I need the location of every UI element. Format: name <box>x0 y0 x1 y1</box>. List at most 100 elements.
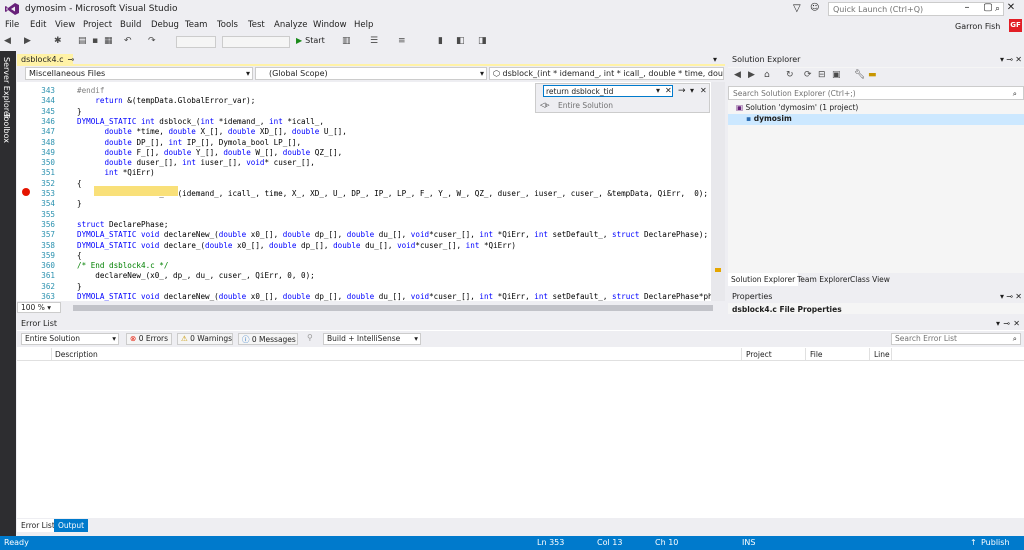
back-navigate-icon[interactable]: ◀ <box>4 36 11 46</box>
error-list-search[interactable]: Search Error List ⌕ <box>891 333 1021 345</box>
window-position-icon[interactable]: ▾ <box>1000 55 1004 64</box>
home-icon[interactable]: ⌂ <box>764 70 770 80</box>
save-all-icon[interactable]: ▦ <box>104 36 113 46</box>
save-icon[interactable]: ▪ <box>92 36 98 46</box>
publish-button[interactable]: Publish <box>981 538 1010 547</box>
error-list-toolbar: Entire Solution ▾ ⊗ 0 Errors ⚠ 0 Warnings… <box>17 331 1024 347</box>
bookmark-icon[interactable]: ▮ <box>438 36 443 46</box>
tab-class-view[interactable]: Class View <box>847 273 893 286</box>
notifications-flag-icon[interactable]: ▽ <box>793 3 801 14</box>
warnings-filter-button[interactable]: ⚠ 0 Warnings <box>177 333 233 345</box>
menu-debug[interactable]: Debug <box>151 20 179 30</box>
menu-project[interactable]: Project <box>83 20 112 30</box>
collapse-all-icon[interactable]: ⊟ <box>818 70 826 80</box>
error-scope-dropdown[interactable]: Entire Solution ▾ <box>21 333 119 345</box>
column-file[interactable]: File <box>810 350 823 359</box>
tree-item-project[interactable]: ▪ dymosim <box>728 114 1024 125</box>
close-icon[interactable]: ✕ <box>700 86 707 95</box>
tab-overflow-icon[interactable]: ▾ <box>713 55 717 64</box>
preview-icon[interactable]: ▬ <box>868 70 877 80</box>
find-input[interactable]: return dsblock_tid <box>543 85 673 97</box>
build-filter-dropdown[interactable]: Build + IntelliSense ▾ <box>323 333 421 345</box>
zoom-level-dropdown[interactable]: 100 % ▾ <box>17 302 61 313</box>
menu-test[interactable]: Test <box>248 20 265 30</box>
window-position-icon[interactable]: ▾ <box>996 319 1000 328</box>
maximize-button[interactable]: ▢ <box>981 2 995 14</box>
menu-build[interactable]: Build <box>120 20 141 30</box>
breakpoint-icon[interactable] <box>22 188 30 196</box>
quick-launch-input[interactable]: Quick Launch (Ctrl+Q) ⌕ <box>828 2 1004 16</box>
toolbox-tab[interactable]: Toolbox <box>2 113 11 143</box>
server-explorer-tab[interactable]: Server Explorer <box>2 57 11 119</box>
user-avatar[interactable]: GF <box>1009 19 1022 32</box>
next-bookmark-icon[interactable]: ◨ <box>478 36 487 46</box>
menu-edit[interactable]: Edit <box>30 20 46 30</box>
close-icon[interactable]: ✕ <box>1015 292 1022 301</box>
refresh-icon[interactable]: ⟳ <box>804 70 812 80</box>
pin-icon[interactable]: ⊸ <box>68 55 75 64</box>
filter-icon[interactable]: ⚲ <box>307 333 313 342</box>
messages-filter-button[interactable]: ⓘ 0 Messages <box>238 333 298 345</box>
member-scope-dropdown[interactable]: ⬡ dsblock_(int * idemand_, int * icall_,… <box>489 67 724 80</box>
feedback-icon[interactable]: ☺ <box>810 3 819 13</box>
find-scope[interactable]: Entire Solution <box>558 101 613 110</box>
new-project-icon[interactable]: ✱ <box>54 36 62 46</box>
tab-solution-explorer[interactable]: Solution Explorer <box>728 273 799 286</box>
format-icon[interactable]: ≡ <box>398 36 406 46</box>
undo-icon[interactable]: ↶ <box>124 36 132 46</box>
solution-platform-dropdown[interactable] <box>222 36 290 48</box>
start-debugging-button[interactable]: ▶ Start <box>296 36 325 45</box>
tab-error-list[interactable]: Error List <box>17 519 59 532</box>
find-options-icon[interactable]: ▾ <box>690 86 694 95</box>
solution-explorer-search[interactable]: Search Solution Explorer (Ctrl+;) ⌕ <box>728 86 1024 100</box>
menu-window[interactable]: Window <box>313 20 347 30</box>
redo-icon[interactable]: ↷ <box>148 36 156 46</box>
horizontal-scroll-thumb[interactable] <box>73 305 713 311</box>
pin-icon[interactable]: ⊸ <box>1006 55 1013 64</box>
open-file-icon[interactable]: ▤ <box>78 36 87 46</box>
menu-team[interactable]: Team <box>185 20 207 30</box>
properties-object-selector[interactable]: dsblock4.c File Properties <box>732 305 842 314</box>
menu-file[interactable]: File <box>5 20 19 30</box>
tree-item-solution[interactable]: ▣ Solution 'dymosim' (1 project) <box>736 103 858 114</box>
solution-configuration-dropdown[interactable] <box>176 36 216 48</box>
window-position-icon[interactable]: ▾ <box>1000 292 1004 301</box>
column-project[interactable]: Project <box>746 350 772 359</box>
menu-view[interactable]: View <box>55 20 75 30</box>
status-insert-mode: INS <box>742 538 756 547</box>
close-icon[interactable]: ✕ <box>1013 319 1020 328</box>
column-description[interactable]: Description <box>55 350 98 359</box>
document-tab-dsblock4[interactable]: dsblock4.c ⊸ <box>17 54 75 66</box>
expand-replace-icon[interactable]: ◁ <box>540 101 545 109</box>
find-dropdown-icon[interactable]: ▾ <box>656 86 660 95</box>
step-icon[interactable]: ☰ <box>370 36 378 46</box>
pin-icon[interactable]: ⊸ <box>1003 319 1010 328</box>
type-scope-dropdown[interactable]: (Global Scope) ▾ <box>255 67 487 80</box>
project-scope-dropdown[interactable]: Miscellaneous Files ▾ <box>25 67 253 80</box>
close-icon[interactable]: ✕ <box>1015 55 1022 64</box>
tab-output[interactable]: Output <box>54 519 89 532</box>
minimize-button[interactable]: – <box>960 2 974 14</box>
show-all-files-icon[interactable]: ▣ <box>832 70 841 80</box>
attach-icon[interactable]: ▥ <box>342 36 351 46</box>
find-next-icon[interactable]: → <box>678 86 686 96</box>
errors-filter-button[interactable]: ⊗ 0 Errors <box>126 333 172 345</box>
publish-icon[interactable]: ↑ <box>970 538 977 547</box>
pin-icon[interactable]: ⊸ <box>1006 292 1013 301</box>
editor-vertical-scrollbar[interactable] <box>711 82 725 301</box>
prev-bookmark-icon[interactable]: ◧ <box>456 36 465 46</box>
menu-help[interactable]: Help <box>354 20 373 30</box>
close-button[interactable]: ✕ <box>1004 2 1018 14</box>
forward-icon[interactable]: ▶ <box>748 70 755 80</box>
column-line[interactable]: Line <box>874 350 890 359</box>
tab-team-explorer[interactable]: Team Explorer <box>794 273 853 286</box>
code-line: 354} <box>17 199 711 209</box>
user-name[interactable]: Garron Fish <box>955 22 1000 31</box>
back-icon[interactable]: ◀ <box>734 70 741 80</box>
menu-analyze[interactable]: Analyze <box>274 20 308 30</box>
close-find-icon[interactable]: ✕ <box>665 86 672 95</box>
menu-tools[interactable]: Tools <box>217 20 238 30</box>
forward-navigate-icon[interactable]: ▶ <box>24 36 31 46</box>
properties-wrench-icon[interactable]: 🔧︎ <box>854 70 865 80</box>
sync-icon[interactable]: ↻ <box>786 70 794 80</box>
